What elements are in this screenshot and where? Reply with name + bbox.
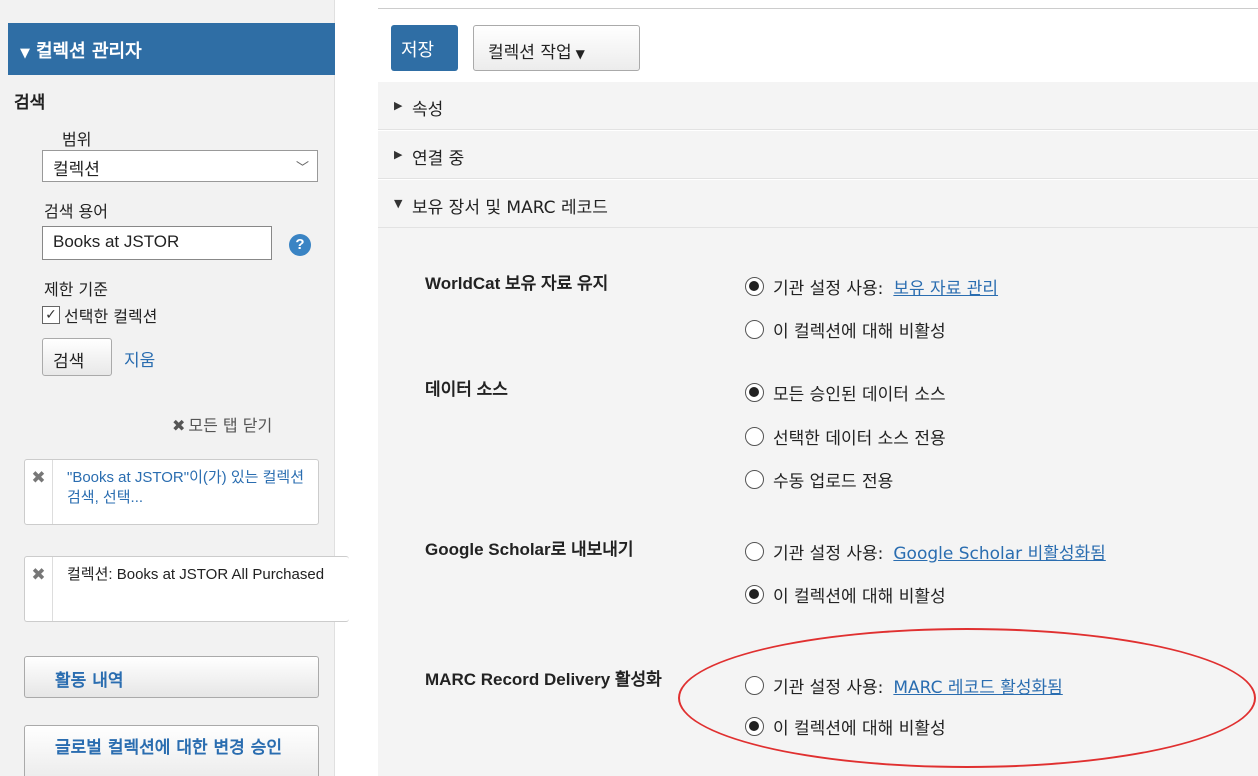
chevron-down-icon: ﹀ [295,161,309,176]
scholar-option-disable[interactable]: 이 컬렉션에 대해 비활성 [745,582,946,607]
radio-unselected[interactable] [745,320,764,339]
triangle-down-icon: ▼ [394,197,403,210]
scope-select[interactable]: 컬렉션 ﹀ [42,150,318,182]
limit-label: 제한 기준 [44,280,108,299]
search-term-input[interactable]: Books at JSTOR [42,226,272,260]
worldcat-option-disable[interactable]: 이 컬렉션에 대해 비활성 [745,317,946,342]
radio-unselected[interactable] [745,542,764,561]
help-icon[interactable]: ? [289,234,311,256]
datasource-option-selected[interactable]: 선택한 데이터 소스 전용 [745,424,946,449]
datasource-option-manual[interactable]: 수동 업로드 전용 [745,467,893,492]
worldcat-opt1-label: 기관 설정 사용: [773,279,884,299]
save-button[interactable]: 저장 [391,25,458,71]
header-label: 컬렉션 관리자 [36,41,142,62]
term-label: 검색 용어 [44,202,108,221]
radio-selected[interactable] [745,277,764,296]
datasource-opt1-label: 모든 승인된 데이터 소스 [773,385,946,405]
search-button[interactable]: 검색 [42,338,112,376]
worldcat-option-institution[interactable]: 기관 설정 사용: 보유 자료 관리 [745,274,998,299]
worldcat-label: WorldCat 보유 자료 유지 [425,274,609,293]
close-icon: ✖ [172,416,186,435]
triangle-right-icon: ▶ [394,148,403,161]
section-properties[interactable]: ▶ 속성 [378,82,1258,130]
approve-global-changes-button[interactable]: 글로벌 컬렉션에 대한 변경 승인 [24,725,319,776]
datasource-opt2-label: 선택한 데이터 소스 전용 [773,429,946,449]
section-linking-label: 연결 중 [412,149,465,169]
scope-value: 컬렉션 [53,160,100,180]
collection-manager-header[interactable]: ▼ 컬렉션 관리자 [8,23,335,75]
scholar-label: Google Scholar로 내보내기 [425,540,634,559]
search-title: 검색 [14,93,46,113]
close-all-label: 모든 탭 닫기 [188,416,273,435]
clear-link[interactable]: 지움 [124,346,155,371]
scholar-opt2-label: 이 컬렉션에 대해 비활성 [773,587,946,607]
triangle-down-icon: ▼ [20,46,30,61]
worldcat-opt2-label: 이 컬렉션에 대해 비활성 [773,322,946,342]
holdings-management-link[interactable]: 보유 자료 관리 [893,274,998,299]
radio-selected[interactable] [745,585,764,604]
scholar-disabled-link[interactable]: Google Scholar 비활성화됨 [893,539,1105,564]
datasource-option-all[interactable]: 모든 승인된 데이터 소스 [745,380,946,405]
search-crumb-text[interactable]: "Books at JSTOR"이(가) 있는 컬렉션 검색, 선택... [67,468,307,508]
radio-selected[interactable] [745,383,764,402]
section-properties-label: 속성 [412,100,444,120]
highlight-annotation [678,628,1256,768]
collection-actions-label: 컬렉션 작업 [488,43,572,63]
triangle-right-icon: ▶ [394,99,403,112]
radio-unselected[interactable] [745,427,764,446]
close-all-tabs[interactable]: ✖ 모든 탭 닫기 [172,412,272,436]
section-holdings[interactable]: ▼ 보유 장서 및 MARC 레코드 [378,180,1258,228]
caret-down-icon: ▼ [575,47,585,61]
collection-crumb[interactable]: ✖ 컬렉션: Books at JSTOR All Purchased [24,556,349,622]
sidebar: ▼ 컬렉션 관리자 검색 범위 컬렉션 ﹀ 검색 용어 Books at JSTO… [0,0,349,776]
global-button-label: 글로벌 컬렉션에 대한 변경 승인 [55,738,282,758]
activity-history-button[interactable]: 활동 내역 [24,656,319,698]
radio-unselected[interactable] [745,470,764,489]
search-crumb[interactable]: ✖ "Books at JSTOR"이(가) 있는 컬렉션 검색, 선택... [24,459,319,525]
datasource-opt3-label: 수동 업로드 전용 [773,472,894,492]
scope-label: 범위 [62,130,92,149]
collection-crumb-text: 컬렉션: Books at JSTOR All Purchased [67,566,325,583]
top-divider [378,8,1258,9]
section-linking[interactable]: ▶ 연결 중 [378,131,1258,179]
collection-actions-button[interactable]: 컬렉션 작업 ▼ [473,25,640,71]
datasource-label: 데이터 소스 [425,380,508,399]
section-holdings-label: 보유 장서 및 MARC 레코드 [412,198,608,218]
selected-collection-checkbox[interactable]: ✓ [42,306,60,324]
scholar-opt1-label: 기관 설정 사용: [773,544,884,564]
checkbox-label: 선택한 컬렉션 [64,307,158,326]
close-icon[interactable]: ✖ [25,460,53,524]
close-icon[interactable]: ✖ [25,557,53,621]
marc-label: MARC Record Delivery 활성화 [425,670,662,689]
scholar-option-institution[interactable]: 기관 설정 사용: Google Scholar 비활성화됨 [745,539,1106,564]
